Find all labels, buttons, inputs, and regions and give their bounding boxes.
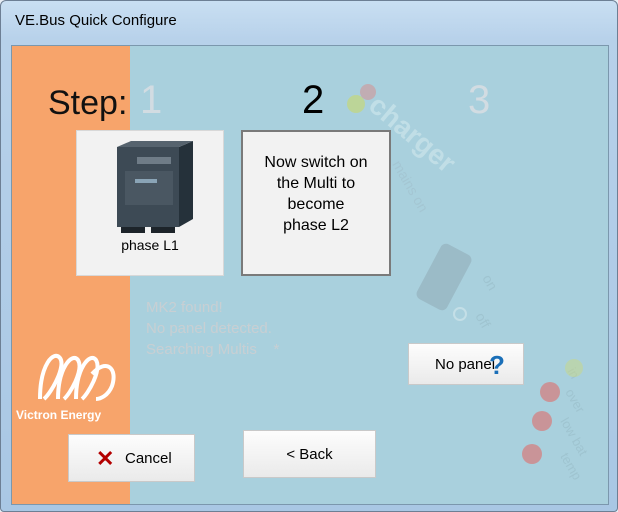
step-2-indicator: 2 xyxy=(302,78,325,122)
window-title: VE.Bus Quick Configure xyxy=(15,12,177,29)
watermark-label-over: over xyxy=(562,386,588,416)
instruction-line: the Multi to xyxy=(276,175,356,192)
wizard-panel: charger mains on on off in over low bat … xyxy=(11,45,609,505)
back-label: < Back xyxy=(286,446,333,463)
status-mk2: MK2 found! xyxy=(146,299,223,316)
phase-l1-caption: phase L1 xyxy=(121,237,179,253)
watermark-label-mains-on: mains on xyxy=(389,158,431,215)
instruction-card: Now switch on the Multi to become phase … xyxy=(241,130,391,276)
instruction-text: Now switch on the Multi to become phase … xyxy=(247,152,385,236)
watermark-label-on: on xyxy=(479,272,501,293)
instruction-line: phase L2 xyxy=(283,217,349,234)
app-window: VE.Bus Quick Configure charger mains on … xyxy=(0,0,618,512)
title-bar[interactable]: VE.Bus Quick Configure xyxy=(1,1,617,41)
no-panel-button[interactable]: No panel ? xyxy=(408,343,524,385)
watermark-label-low-bat: low bat xyxy=(557,415,591,459)
brand-name: Victron Energy xyxy=(16,408,102,422)
multi-device-image xyxy=(117,141,193,233)
cancel-button[interactable]: ✕ Cancel xyxy=(68,434,195,482)
phase-l1-card: phase L1 xyxy=(76,130,224,276)
status-panel: No panel detected. xyxy=(146,320,272,337)
question-icon: ? xyxy=(489,350,505,380)
step-label: Step: xyxy=(48,84,128,122)
instruction-line: Now switch on xyxy=(264,154,368,171)
status-messages: MK2 found! No panel detected. Searching … xyxy=(146,297,279,360)
step-1-indicator: 1 xyxy=(140,78,163,122)
close-x-icon: ✕ xyxy=(96,446,115,471)
instruction-line: become xyxy=(287,196,345,213)
status-searching: Searching Multis * xyxy=(146,341,280,358)
step-3-indicator: 3 xyxy=(468,78,491,122)
no-panel-label: No panel xyxy=(435,356,496,373)
victron-logo-icon xyxy=(38,353,116,401)
back-button[interactable]: < Back xyxy=(243,430,376,478)
cancel-label: Cancel xyxy=(125,450,172,467)
watermark-label-off: off xyxy=(472,310,494,331)
